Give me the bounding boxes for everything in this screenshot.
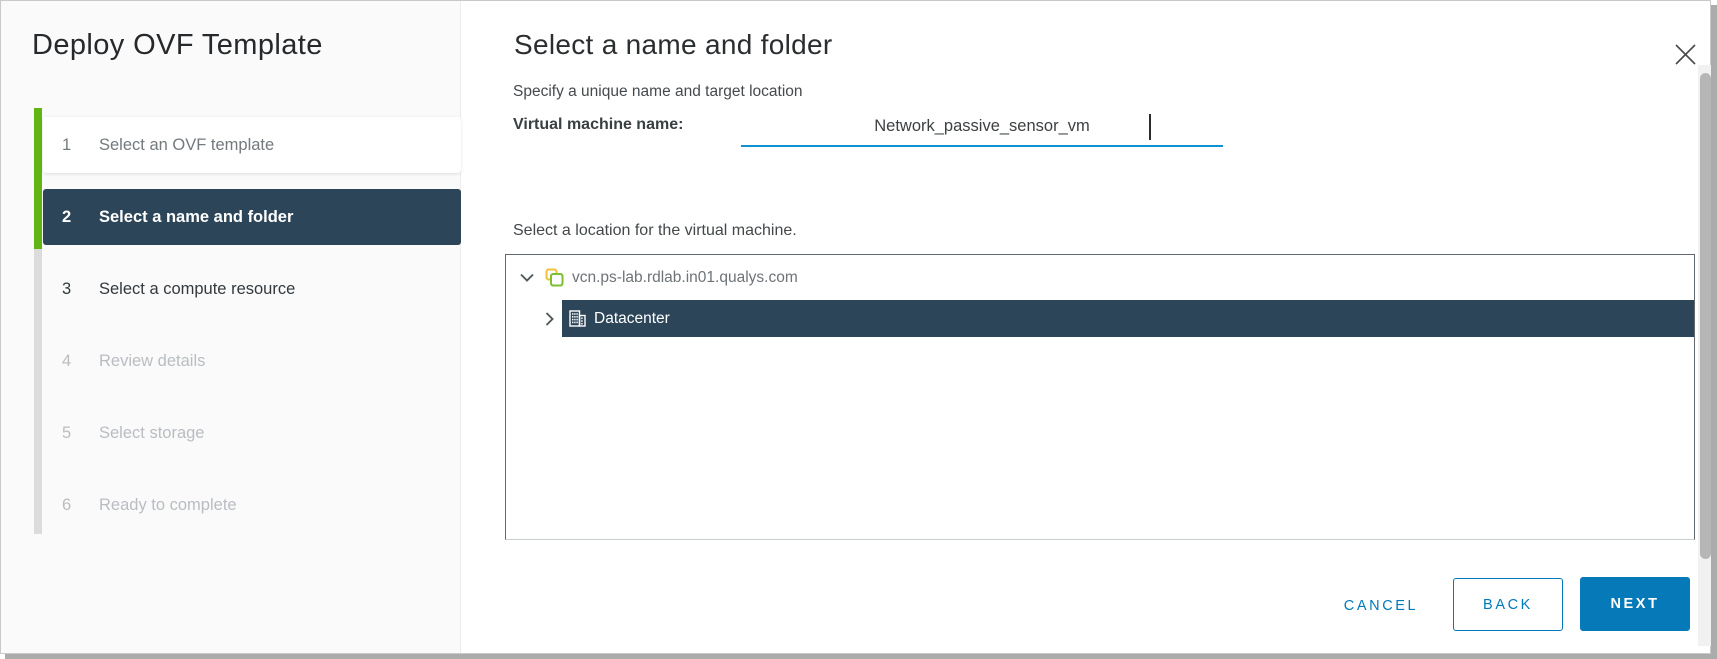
wizard-steps-sidebar: Deploy OVF Template 1 Select an OVF temp…: [1, 1, 461, 653]
step-3-select-a-compute-resource[interactable]: 3 Select a compute resource: [43, 261, 461, 317]
deploy-ovf-wizard: Deploy OVF Template 1 Select an OVF temp…: [0, 0, 1717, 659]
step-progress-completed-bar: [34, 108, 42, 249]
cancel-button[interactable]: CANCEL: [1331, 593, 1431, 619]
step-number: 3: [62, 279, 72, 298]
dialog-right-shadow: [1711, 5, 1717, 654]
step-5-select-storage: 5 Select storage: [43, 405, 461, 461]
step-2-select-a-name-and-folder[interactable]: 2 Select a name and folder: [43, 189, 461, 245]
step-1-select-an-ovf-template[interactable]: 1 Select an OVF template: [43, 117, 461, 173]
vm-name-label: Virtual machine name:: [513, 116, 684, 133]
scrollbar-thumb[interactable]: [1700, 73, 1711, 559]
step-progress-track: [34, 108, 42, 534]
close-button[interactable]: [1669, 39, 1701, 71]
wizard-dialog: Deploy OVF Template 1 Select an OVF temp…: [0, 0, 1712, 654]
tree-row-vcenter[interactable]: vcn.ps-lab.rdlab.in01.qualys.com: [506, 255, 1694, 300]
vcenter-icon: [545, 268, 564, 287]
tree-node-label: vcn.ps-lab.rdlab.in01.qualys.com: [572, 268, 798, 286]
step-number: 4: [62, 351, 72, 370]
step-label: Ready to complete: [99, 495, 237, 514]
dialog-bottom-shadow: [5, 654, 1717, 659]
tree-node-label: Datacenter: [594, 309, 670, 327]
step-number: 6: [62, 495, 72, 514]
step-4-review-details: 4 Review details: [43, 333, 461, 389]
back-button[interactable]: BACK: [1453, 578, 1563, 631]
vertical-scrollbar[interactable]: [1698, 65, 1712, 646]
vm-name-input[interactable]: [741, 107, 1223, 147]
page-subtitle: Specify a unique name and target locatio…: [513, 83, 803, 100]
step-number: 1: [62, 135, 72, 154]
chevron-right-icon[interactable]: [545, 311, 556, 326]
location-tree: vcn.ps-lab.rdlab.in01.qualys.com Datacen…: [505, 254, 1695, 540]
next-button[interactable]: NEXT: [1580, 577, 1690, 631]
close-icon: [1673, 44, 1698, 70]
step-number: 2: [62, 207, 72, 226]
step-label: Select a name and folder: [99, 207, 294, 226]
step-label: Select an OVF template: [99, 135, 275, 154]
step-label: Select storage: [99, 423, 205, 442]
step-6-ready-to-complete: 6 Ready to complete: [43, 477, 461, 533]
tree-node-selected[interactable]: Datacenter: [562, 300, 1694, 337]
dialog-title: Deploy OVF Template: [32, 29, 323, 61]
step-label: Review details: [99, 351, 206, 370]
step-number: 5: [62, 423, 72, 442]
location-label: Select a location for the virtual machin…: [513, 222, 797, 239]
tree-row-datacenter[interactable]: Datacenter: [506, 300, 1694, 337]
page-title: Select a name and folder: [514, 29, 833, 60]
step-label: Select a compute resource: [99, 279, 296, 298]
datacenter-icon: [569, 310, 587, 327]
chevron-down-icon[interactable]: [520, 273, 534, 282]
